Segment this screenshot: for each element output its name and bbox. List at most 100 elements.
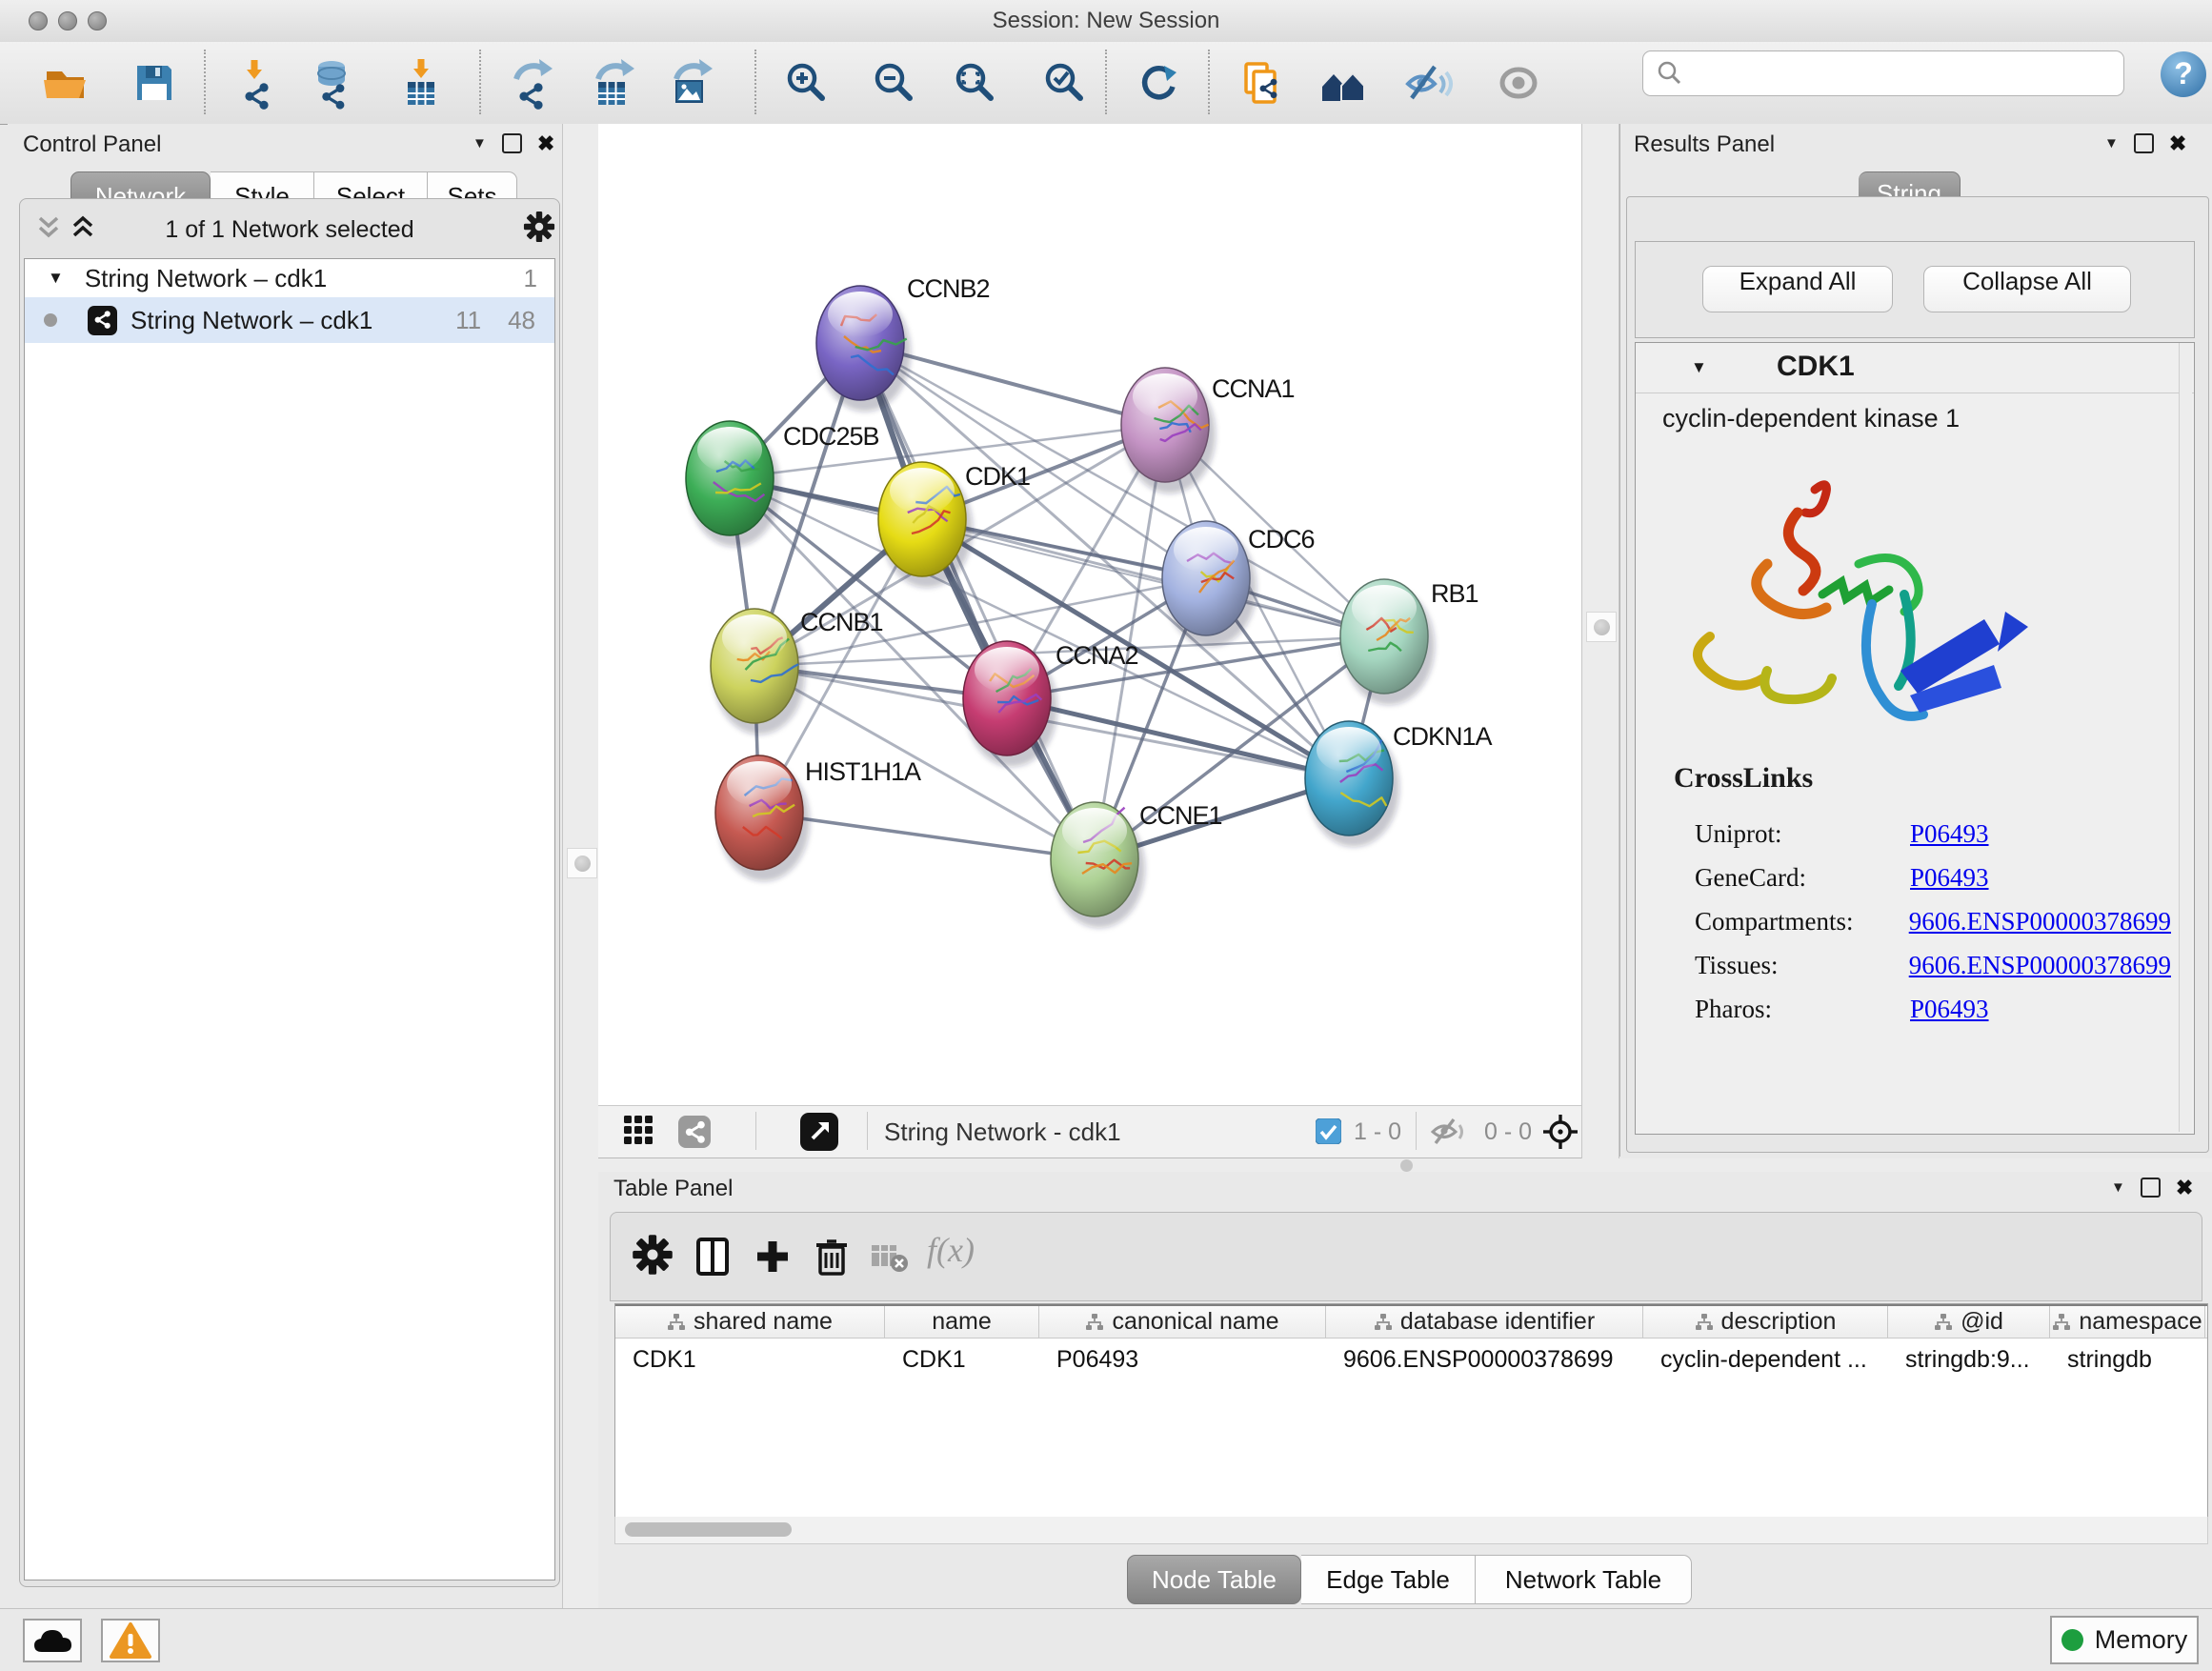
zoom-fit-icon[interactable]	[948, 56, 1001, 110]
control-panel-title: Control Panel	[23, 131, 161, 158]
add-column-icon[interactable]	[750, 1234, 795, 1279]
crosslink-link[interactable]: P06493	[1910, 995, 1989, 1024]
network-collection-row[interactable]: ▼ String Network – cdk1 1	[25, 259, 554, 297]
table-body: CDK1CDK1P064939606.ENSP00000378699cyclin…	[615, 1339, 2207, 1520]
table-settings-gear-icon[interactable]	[632, 1234, 677, 1279]
network-options-gear-icon[interactable]	[523, 211, 555, 248]
hide-glasses-icon[interactable]	[1400, 56, 1454, 110]
table-cell: 9606.ENSP00000378699	[1326, 1346, 1643, 1374]
results-panel: Results Panel ▼ ✖ String Expand All Coll…	[1619, 124, 2212, 1157]
refresh-icon[interactable]	[1132, 56, 1185, 110]
crosslink-link[interactable]: 9606.ENSP00000378699	[1909, 951, 2171, 980]
close-panel-icon[interactable]: ✖	[537, 135, 554, 151]
home-networks-icon[interactable]	[1317, 56, 1370, 110]
main-toolbar: ?	[0, 42, 2212, 125]
collapse-table-icon[interactable]: ▼	[2111, 1179, 2125, 1196]
recent-documents-icon[interactable]	[1235, 56, 1288, 110]
column-header-description[interactable]: description	[1643, 1306, 1888, 1338]
node-HIST1H1A[interactable]	[715, 755, 810, 881]
tree-expander-icon[interactable]: ▼	[48, 269, 64, 288]
open-session-icon[interactable]	[39, 56, 92, 110]
help-button[interactable]: ?	[2161, 51, 2206, 97]
gene-section-header[interactable]: ▼ CDK1	[1636, 343, 2194, 393]
collapse-results-icon[interactable]: ▼	[2104, 135, 2119, 151]
close-results-icon[interactable]: ✖	[2169, 135, 2186, 151]
left-splitter-handle[interactable]	[567, 848, 597, 878]
right-splitter[interactable]	[1581, 124, 1619, 1158]
table-panel-title: Table Panel	[613, 1176, 733, 1202]
network-status-dot-icon	[44, 313, 57, 327]
column-header-shared-name[interactable]: shared name	[615, 1306, 885, 1338]
node-CDK1[interactable]	[878, 462, 973, 588]
right-splitter-handle[interactable]	[1586, 612, 1617, 642]
float-results-icon[interactable]	[2134, 133, 2154, 153]
node-RB1[interactable]	[1340, 579, 1435, 705]
crosslink-label: Tissues:	[1695, 951, 1909, 980]
column-header-database-identifier[interactable]: database identifier	[1326, 1306, 1643, 1338]
crosslink-link[interactable]: P06493	[1910, 819, 1989, 849]
show-eye-icon[interactable]	[1492, 56, 1545, 110]
selected-count: 1 - 0	[1354, 1118, 1401, 1146]
export-image-icon[interactable]	[665, 56, 718, 110]
warnings-button[interactable]	[101, 1619, 160, 1662]
horizontal-splitter-handle[interactable]	[1400, 1159, 1413, 1172]
tab-node-table[interactable]: Node Table	[1127, 1555, 1301, 1604]
zoom-in-icon[interactable]	[779, 56, 833, 110]
zoom-out-icon[interactable]	[867, 56, 920, 110]
node-label-CCNB2: CCNB2	[907, 274, 990, 303]
column-header-namespace[interactable]: namespace	[2050, 1306, 2205, 1338]
crosslink-link[interactable]: 9606.ENSP00000378699	[1909, 907, 2171, 936]
cloud-status-button[interactable]	[23, 1619, 82, 1662]
node-CCNB2[interactable]	[816, 286, 911, 412]
float-panel-icon[interactable]	[502, 133, 522, 153]
string-view-icon[interactable]	[678, 1116, 711, 1153]
import-database-icon[interactable]	[305, 56, 358, 110]
selected-checkbox-icon[interactable]	[1316, 1118, 1341, 1149]
tab-network-table[interactable]: Network Table	[1476, 1555, 1692, 1604]
grid-view-icon[interactable]	[624, 1116, 656, 1153]
table-row[interactable]: CDK1CDK1P064939606.ENSP00000378699cyclin…	[615, 1339, 2207, 1380]
table-hscrollbar-thumb[interactable]	[625, 1522, 792, 1537]
open-view-icon[interactable]	[800, 1113, 838, 1156]
node-CCNA2[interactable]	[963, 641, 1057, 767]
import-table-icon[interactable]	[394, 56, 448, 110]
export-network-icon[interactable]	[505, 56, 558, 110]
edge-CCNA2-CDKN1A[interactable]	[1007, 698, 1349, 778]
node-CCNB1[interactable]	[711, 609, 805, 735]
crosslinks-title: CrossLinks	[1674, 762, 1813, 795]
collapse-all-button[interactable]: Collapse All	[1923, 266, 2131, 312]
crosslink-link[interactable]: P06493	[1910, 863, 1989, 893]
float-table-icon[interactable]	[2141, 1178, 2161, 1198]
tab-edge-table[interactable]: Edge Table	[1301, 1555, 1476, 1604]
node-CDC6[interactable]	[1162, 521, 1257, 647]
column-header-name[interactable]: name	[885, 1306, 1039, 1338]
table-cell: CDK1	[615, 1346, 885, 1374]
column-header-@id[interactable]: @id	[1888, 1306, 2050, 1338]
save-session-icon[interactable]	[128, 56, 181, 110]
results-scrollbar[interactable]	[2179, 343, 2192, 1132]
search-icon	[1655, 59, 1683, 88]
show-columns-icon[interactable]	[691, 1234, 736, 1279]
network-row-selected[interactable]: String Network – cdk1 11 48	[25, 297, 554, 343]
expand-all-button[interactable]: Expand All	[1702, 266, 1893, 312]
zoom-selected-icon[interactable]	[1037, 56, 1091, 110]
table-toolbar: f(x)	[610, 1212, 2202, 1301]
export-table-icon[interactable]	[587, 56, 640, 110]
left-splitter[interactable]	[562, 124, 600, 1608]
node-CDKN1A[interactable]	[1305, 721, 1399, 847]
memory-button[interactable]: Memory	[2050, 1616, 2199, 1664]
section-expander-icon[interactable]: ▼	[1691, 358, 1707, 377]
collapse-panel-icon[interactable]: ▼	[473, 135, 487, 151]
horizontal-splitter[interactable]	[598, 1158, 2212, 1172]
search-input[interactable]	[1642, 50, 2124, 96]
table-hscrollbar	[614, 1517, 2208, 1544]
node-CCNE1[interactable]	[1051, 802, 1145, 928]
import-network-icon[interactable]	[229, 56, 282, 110]
column-header-canonical-name[interactable]: canonical name	[1039, 1306, 1326, 1338]
node-label-RB1: RB1	[1431, 579, 1478, 608]
close-table-icon[interactable]: ✖	[2176, 1179, 2193, 1196]
delete-column-icon[interactable]	[809, 1234, 855, 1279]
network-selection-summary: 1 of 1 Network selected	[20, 216, 559, 244]
fit-selected-crosshair-icon[interactable]	[1541, 1113, 1579, 1156]
network-canvas[interactable]: CCNB2CCNA1CDC25BCDK1CDC6RB1CCNB1CCNA2CDK…	[598, 124, 1581, 1105]
